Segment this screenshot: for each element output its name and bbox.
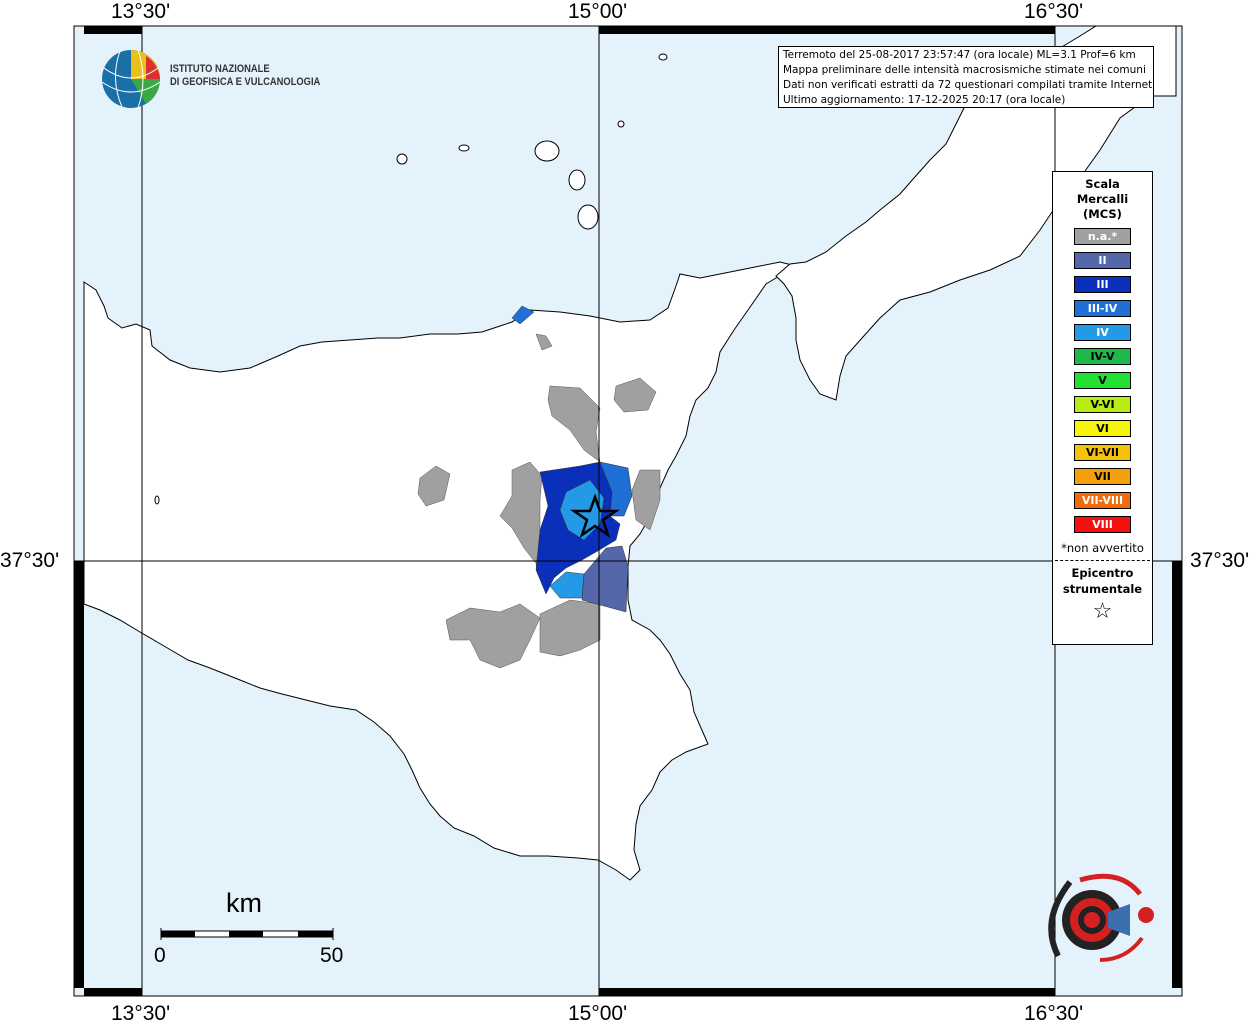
scale-max: 50	[320, 944, 344, 967]
legend-item: VIII	[1074, 516, 1131, 533]
island	[458, 144, 470, 152]
island	[568, 169, 586, 191]
scale-unit: km	[226, 888, 262, 918]
info-line3: Dati non verificati estratti da 72 quest…	[783, 79, 1154, 91]
ingv-logo-icon	[101, 49, 161, 109]
coord-bottom-3: 16°30'	[1024, 1002, 1084, 1025]
legend-item: II	[1074, 252, 1131, 269]
coord-top-1: 13°30'	[111, 0, 171, 23]
coord-right: 37°30'	[1190, 549, 1250, 572]
island	[577, 204, 599, 230]
legend-item: III	[1074, 276, 1131, 293]
ingv-line2: DI GEOFISICA E VULCANOLOGIA	[170, 76, 321, 88]
legend-item: V	[1074, 372, 1131, 389]
coord-top-2: 15°00'	[568, 0, 628, 23]
island	[396, 153, 408, 165]
coord-top-3: 16°30'	[1024, 0, 1084, 23]
ingv-name: ISTITUTO NAZIONALE DI GEOFISICA E VULCAN…	[170, 63, 320, 89]
ingv-line1: ISTITUTO NAZIONALE	[170, 63, 270, 75]
coord-bottom-1: 13°30'	[111, 1002, 171, 1025]
scale-bar: km 0 50	[150, 888, 360, 968]
island	[534, 140, 560, 162]
legend-item: V-VI	[1074, 396, 1131, 413]
info-line1: Terremoto del 25-08-2017 23:57:47 (ora l…	[783, 49, 1136, 61]
island	[617, 120, 625, 128]
legend-item: VI-VII	[1074, 444, 1131, 461]
scale-min: 0	[154, 944, 166, 967]
legend-item: III-IV	[1074, 300, 1131, 317]
info-line4: Ultimo aggiornamento: 17-12-2025 20:17 (…	[783, 94, 1066, 106]
coord-bottom-2: 15°00'	[568, 1002, 628, 1025]
legend-items: n.a.* II III III-IV IV IV-V V V-VI VI VI-VII VII VI…	[1053, 228, 1152, 533]
legend-epi-1: Epicentro	[1071, 566, 1134, 580]
legend-item: VII	[1074, 468, 1131, 485]
event-info-box: Terremoto del 25-08-2017 23:57:47 (ora l…	[778, 46, 1154, 108]
legend-star-icon: ☆	[1092, 599, 1113, 624]
mcs-legend: Scala Mercalli (MCS) n.a.* II III III-IV IV I…	[1052, 171, 1153, 645]
legend-item: VII-VIII	[1074, 492, 1131, 509]
legend-item: n.a.*	[1074, 228, 1131, 245]
legend-item: IV-V	[1074, 348, 1131, 365]
info-line2: Mappa preliminare delle intensità macros…	[783, 64, 1146, 76]
legend-title: Scala Mercalli (MCS)	[1053, 177, 1152, 222]
legend-epi-2: strumentale	[1062, 582, 1143, 596]
coord-left: 37°30'	[0, 549, 60, 572]
haisentito-logo-icon	[1048, 873, 1154, 962]
legend-item: VI	[1074, 420, 1131, 437]
legend-title-2: Mercalli	[1076, 192, 1129, 206]
island	[154, 495, 160, 505]
legend-title-3: (MCS)	[1083, 207, 1122, 221]
legend-note: *non avvertito	[1061, 541, 1144, 555]
legend-title-1: Scala	[1085, 177, 1120, 191]
legend-separator	[1055, 560, 1150, 561]
legend-epicenter-label: Epicentro strumentale	[1053, 565, 1152, 597]
island	[658, 53, 668, 61]
legend-item: IV	[1074, 324, 1131, 341]
